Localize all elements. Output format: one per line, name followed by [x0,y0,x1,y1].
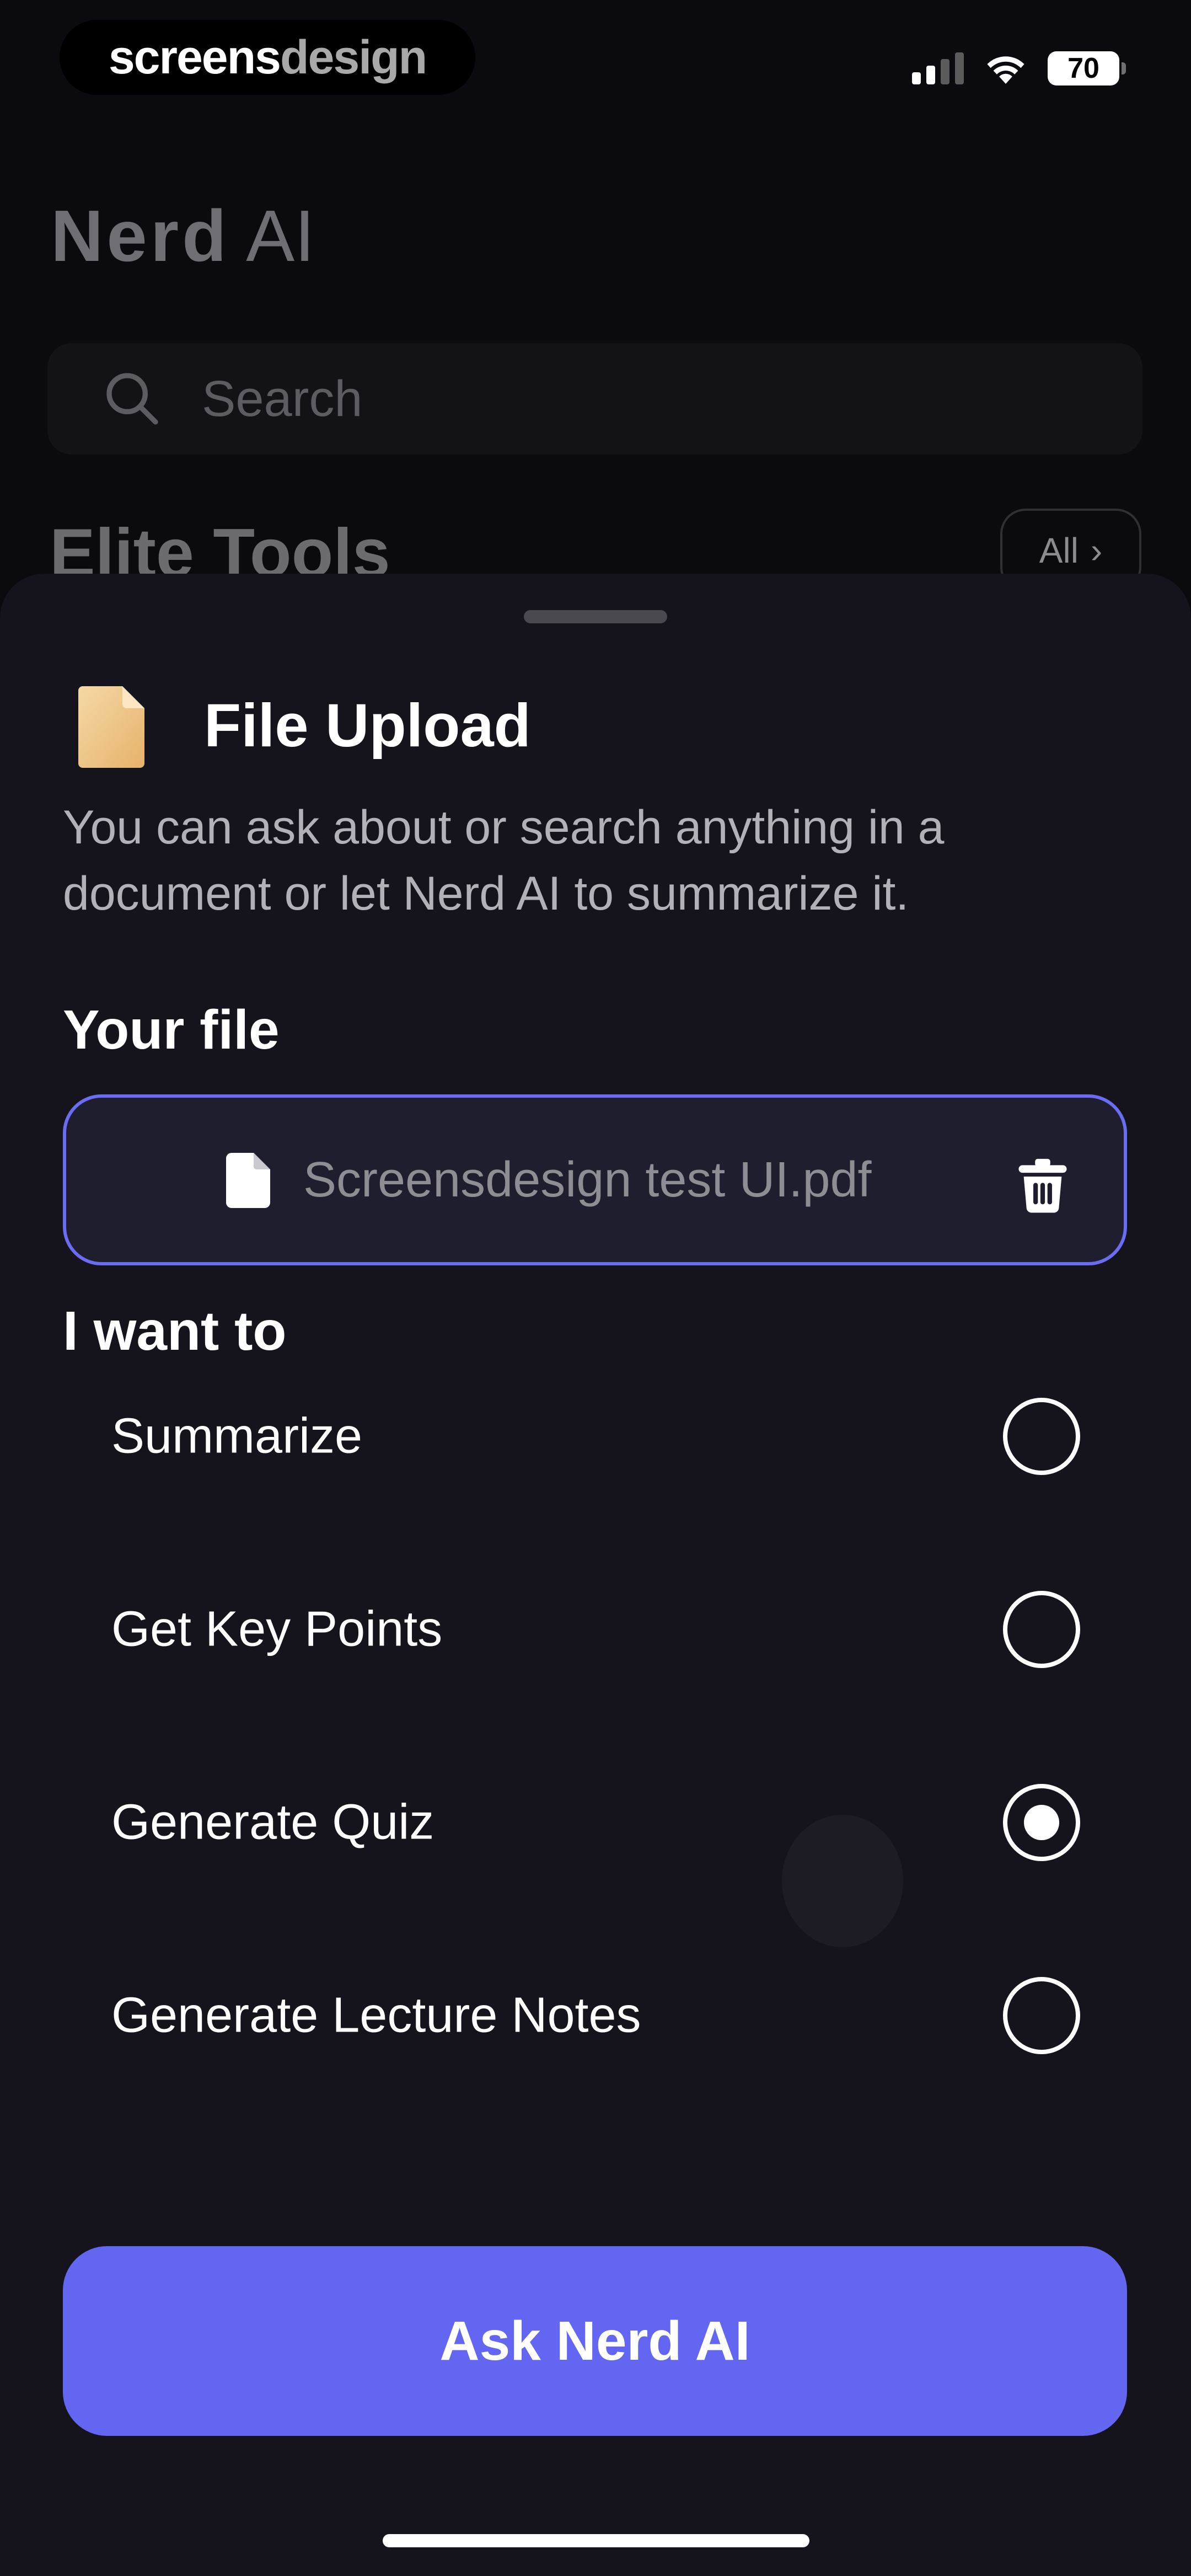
app-title-light: AI [246,195,315,276]
option-row[interactable]: Generate Quiz [63,1740,1127,1905]
option-label: Summarize [111,1408,363,1464]
option-row[interactable]: Get Key Points [63,1547,1127,1712]
search-icon [106,373,158,425]
battery-level: 70 [1067,52,1099,84]
document-icon [78,686,144,768]
option-label: Generate Lecture Notes [111,1987,641,2043]
option-label: Get Key Points [111,1601,443,1657]
home-indicator [383,2534,809,2547]
radio-button-selected[interactable] [1003,1784,1080,1861]
signal-bar [912,72,921,84]
sheet-grabber[interactable] [524,610,667,623]
sheet-description: You can ask about or search anything in … [63,801,945,920]
file-upload-sheet: File Upload You can ask about or search … [0,574,1191,2576]
watermark-text-2: design [280,30,427,84]
file-icon [226,1153,270,1208]
screensdesign-watermark: screens design [60,20,475,95]
wifi-icon [987,56,1024,84]
radio-dot [1024,1805,1059,1840]
option-row[interactable]: Generate Lecture Notes [63,1933,1127,2098]
radio-button[interactable] [1003,1398,1080,1475]
watermark-text-1: screens [108,30,281,84]
ask-nerd-ai-button[interactable]: Ask Nerd AI [63,2246,1127,2436]
signal-bar [955,52,964,84]
search-bar[interactable]: Search [47,343,1142,455]
option-label: Generate Quiz [111,1794,434,1850]
radio-button[interactable] [1003,1591,1080,1668]
trash-icon[interactable] [1012,1155,1073,1216]
app-title-bold: Nerd [51,195,230,276]
chevron-right-icon: › [1090,531,1103,570]
screen: Nerd AI Search Elite Tools All › screens… [0,0,1191,2576]
file-name: Screensdesign test UI.pdf [303,1152,872,1207]
search-placeholder: Search [202,370,363,427]
sheet-title: File Upload [204,692,531,760]
your-file-label: Your file [63,999,280,1061]
touch-indicator [782,1815,903,1947]
selected-file-card[interactable]: Screensdesign test UI.pdf [63,1094,1127,1265]
signal-bar [926,66,935,84]
status-icons: 70 [912,43,1126,94]
all-label: All [1039,531,1079,570]
app-title: Nerd AI [51,194,315,277]
signal-bar [941,59,949,84]
signal-icon [912,52,964,84]
battery-icon: 70 [1048,51,1126,85]
radio-button[interactable] [1003,1977,1080,2054]
option-row[interactable]: Summarize [63,1354,1127,1519]
